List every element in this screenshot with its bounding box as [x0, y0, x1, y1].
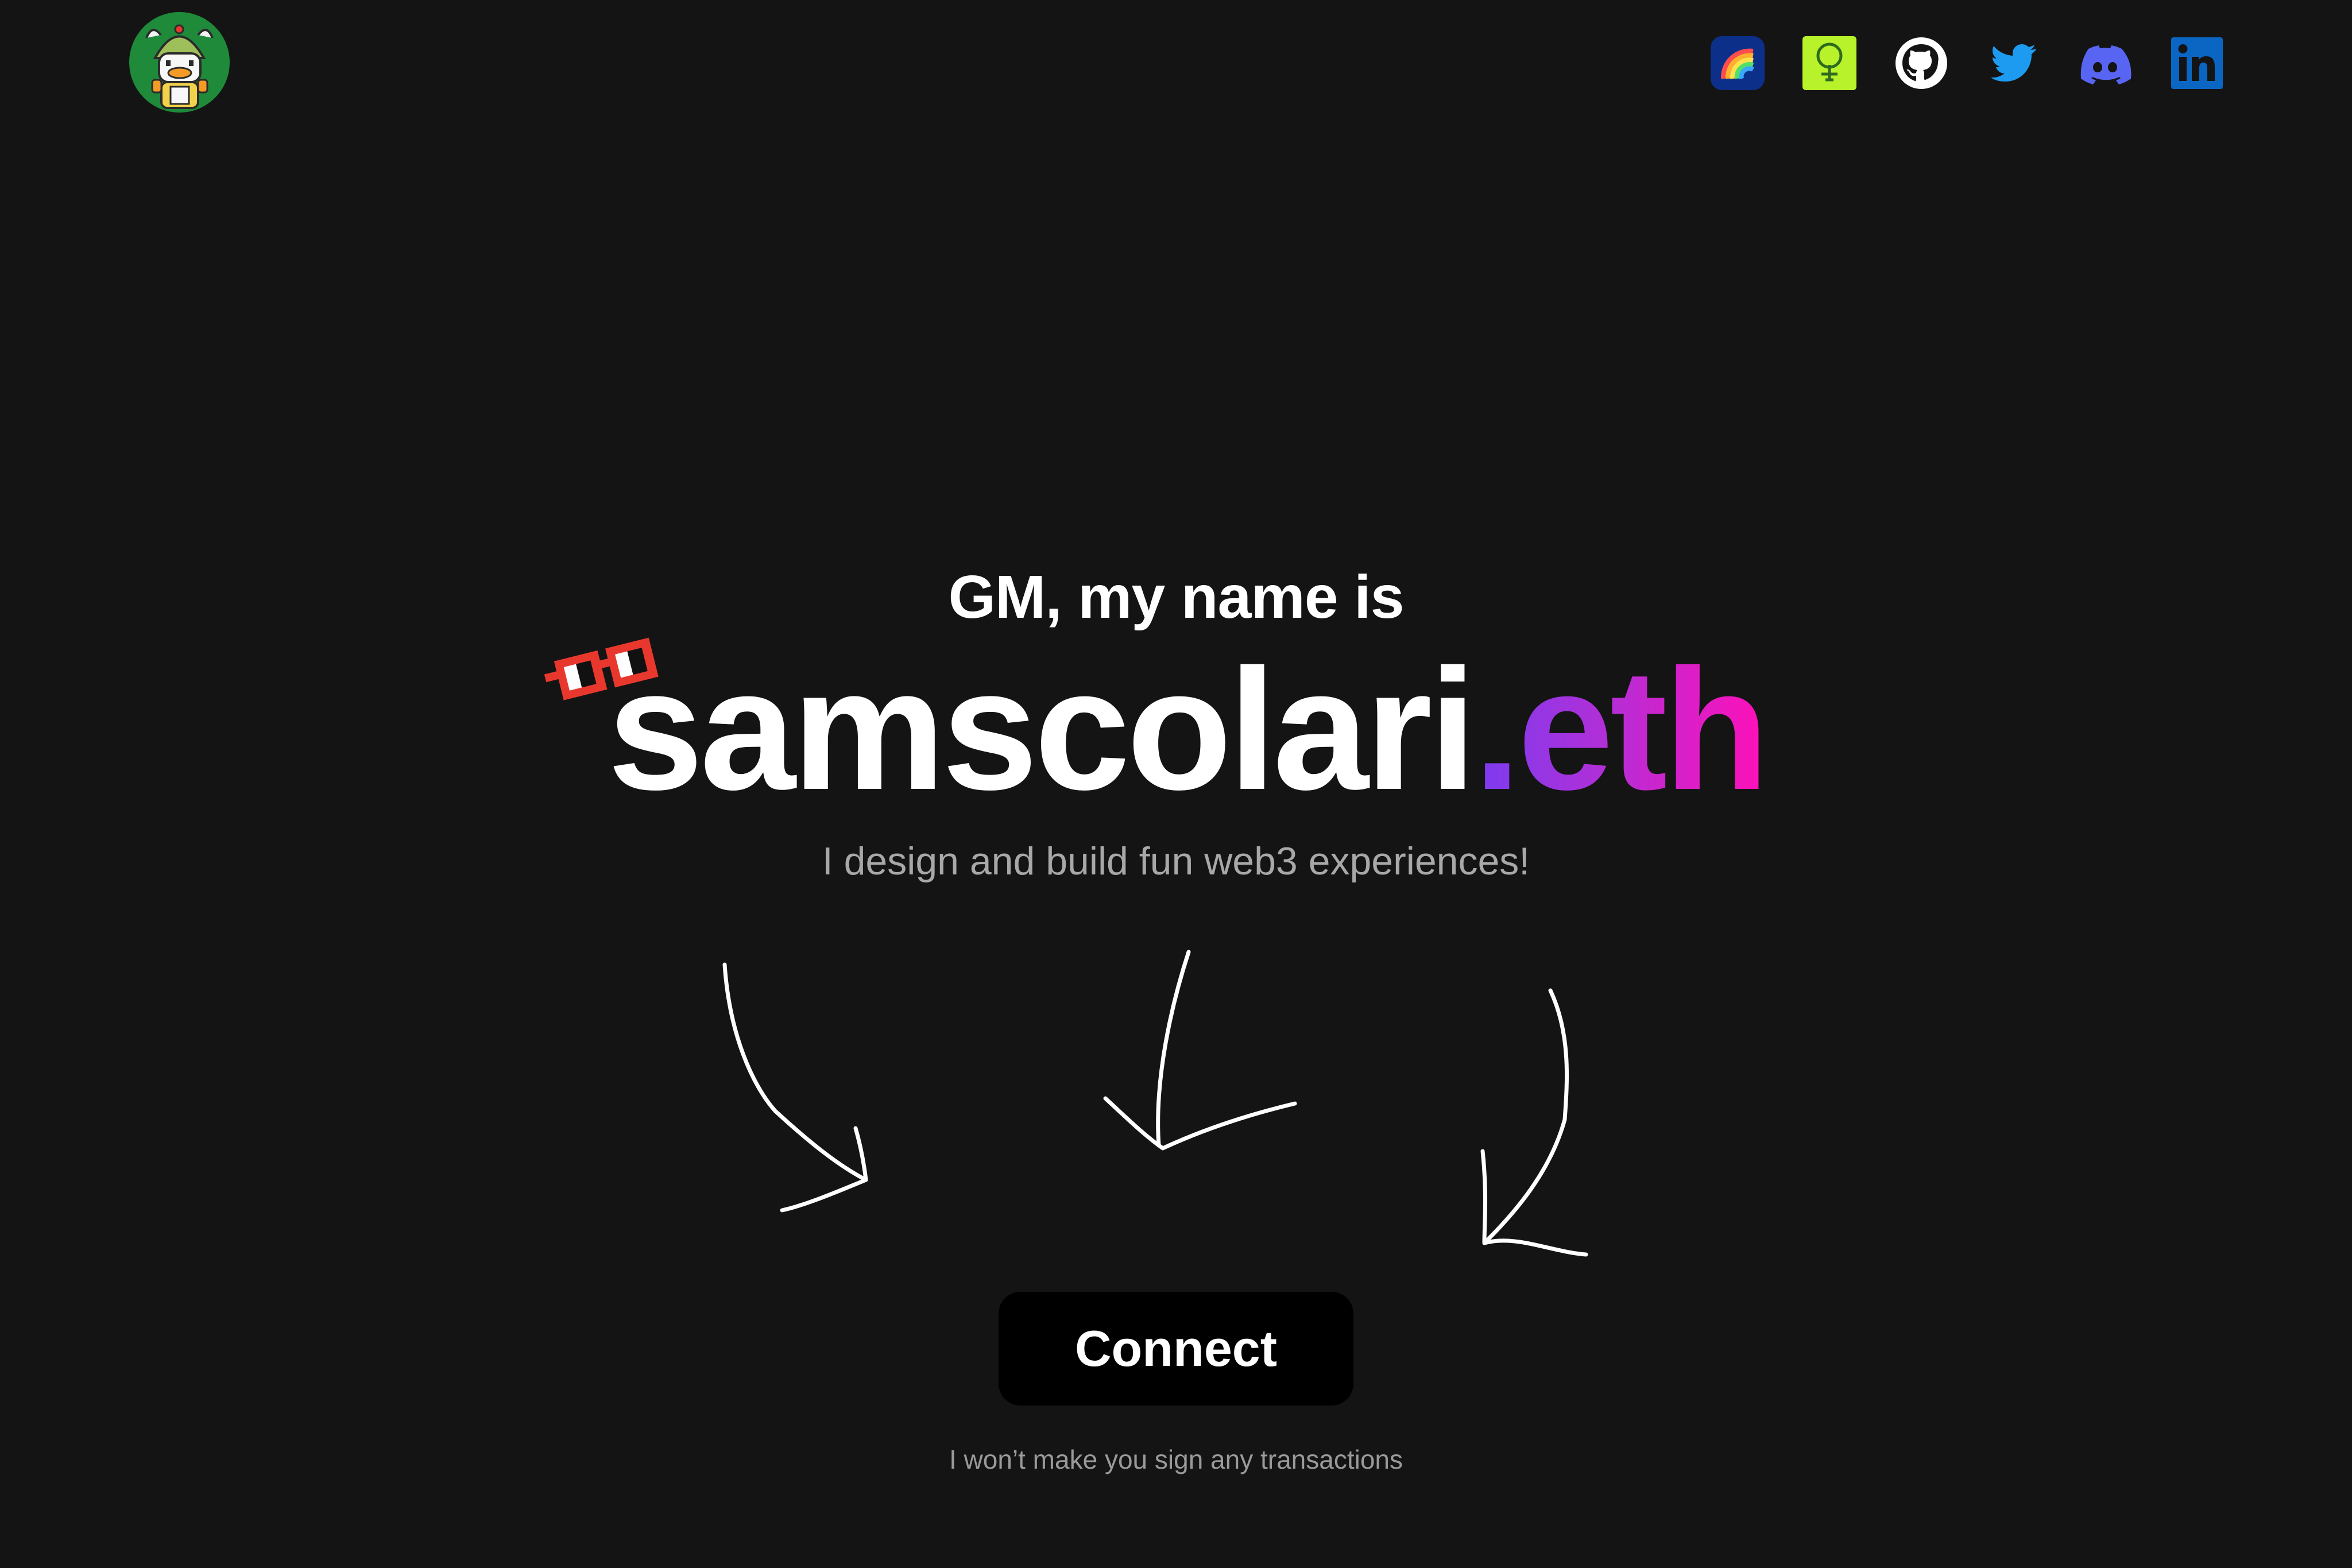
ens-name-headline: samscolari.eth — [608, 643, 1769, 815]
linkedin-icon[interactable] — [2170, 36, 2224, 90]
no-sign-note: I won’t make you sign any transactions — [949, 1445, 1403, 1474]
name-text: samscolari — [608, 633, 1477, 826]
social-links — [1711, 36, 2224, 90]
greeting-text: GM, my name is — [948, 563, 1404, 631]
duck-avatar-icon[interactable] — [129, 12, 230, 113]
github-icon[interactable] — [1894, 36, 1948, 90]
rainbow-icon[interactable] — [1711, 36, 1765, 90]
discord-icon[interactable] — [2078, 36, 2132, 90]
connect-button[interactable]: Connect — [999, 1292, 1353, 1406]
tld-text: .eth — [1473, 633, 1769, 826]
twitter-icon[interactable] — [1986, 36, 2040, 90]
treehouse-icon[interactable] — [1802, 36, 1856, 90]
tagline-text: I design and build fun web3 experiences! — [822, 839, 1530, 883]
